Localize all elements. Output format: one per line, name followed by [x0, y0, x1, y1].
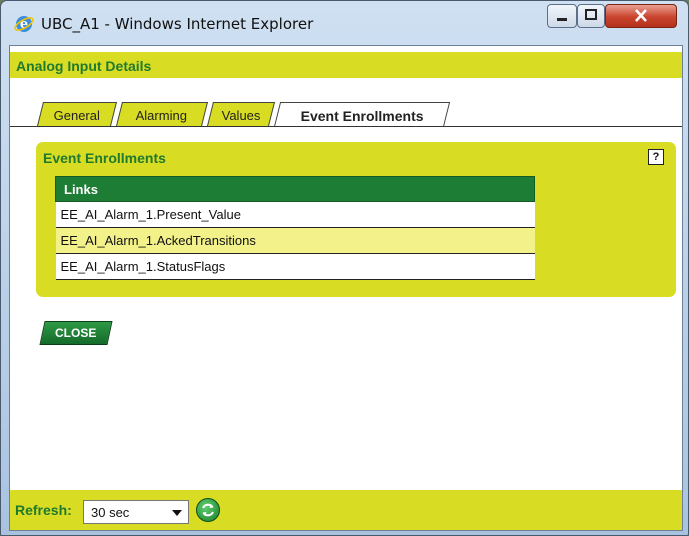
- minimize-icon: [557, 18, 567, 21]
- help-icon[interactable]: ?: [648, 149, 664, 165]
- details-header: Analog Input Details: [10, 52, 682, 78]
- refresh-icon: [202, 503, 214, 517]
- table-row[interactable]: EE_AI_Alarm_1.AckedTransitions: [55, 227, 535, 254]
- link-cell[interactable]: EE_AI_Alarm_1.Present_Value: [55, 201, 535, 228]
- maximize-icon: [585, 9, 597, 20]
- link-cell[interactable]: EE_AI_Alarm_1.StatusFlags: [55, 253, 535, 280]
- chevron-down-icon: [172, 510, 182, 516]
- table-row[interactable]: EE_AI_Alarm_1.StatusFlags: [55, 253, 535, 280]
- tab-divider: [10, 126, 682, 127]
- refresh-label: Refresh:: [15, 502, 72, 518]
- page-title: Analog Input Details: [16, 58, 152, 74]
- close-window-button[interactable]: [605, 4, 677, 28]
- internet-explorer-icon: e: [14, 16, 34, 32]
- refresh-button[interactable]: [196, 498, 220, 522]
- link-cell[interactable]: EE_AI_Alarm_1.AckedTransitions: [55, 227, 535, 254]
- event-enrollments-panel: Event Enrollments ? Links EE_AI_Alarm_1.…: [36, 142, 676, 297]
- title-bar[interactable]: e UBC_A1 - Windows Internet Explorer: [1, 1, 688, 45]
- refresh-interval-select[interactable]: 30 sec: [83, 500, 189, 524]
- refresh-footer: Refresh: 30 sec: [10, 490, 682, 530]
- tab-alarming[interactable]: Alarming: [116, 102, 208, 126]
- maximize-button[interactable]: [577, 4, 605, 28]
- tab-values[interactable]: Values: [207, 102, 275, 126]
- minimize-button[interactable]: [547, 4, 577, 28]
- links-table: Links EE_AI_Alarm_1.Present_Value EE_AI_…: [55, 176, 535, 280]
- browser-window: e UBC_A1 - Windows Internet Explorer Ana…: [0, 0, 689, 536]
- tab-general[interactable]: General: [37, 102, 117, 126]
- panel-title: Event Enrollments: [43, 150, 166, 166]
- close-button[interactable]: CLOSE: [39, 321, 113, 345]
- tab-strip: General Alarming Values Event Enrollment…: [10, 102, 682, 127]
- window-title: UBC_A1 - Windows Internet Explorer: [41, 15, 314, 33]
- refresh-interval-value: 30 sec: [91, 505, 130, 520]
- page-content: Analog Input Details General Alarming Va…: [9, 45, 683, 531]
- table-row[interactable]: EE_AI_Alarm_1.Present_Value: [55, 201, 535, 228]
- links-column-header: Links: [55, 176, 535, 202]
- close-icon: [635, 9, 647, 22]
- tab-event-enrollments[interactable]: Event Enrollments: [273, 102, 451, 127]
